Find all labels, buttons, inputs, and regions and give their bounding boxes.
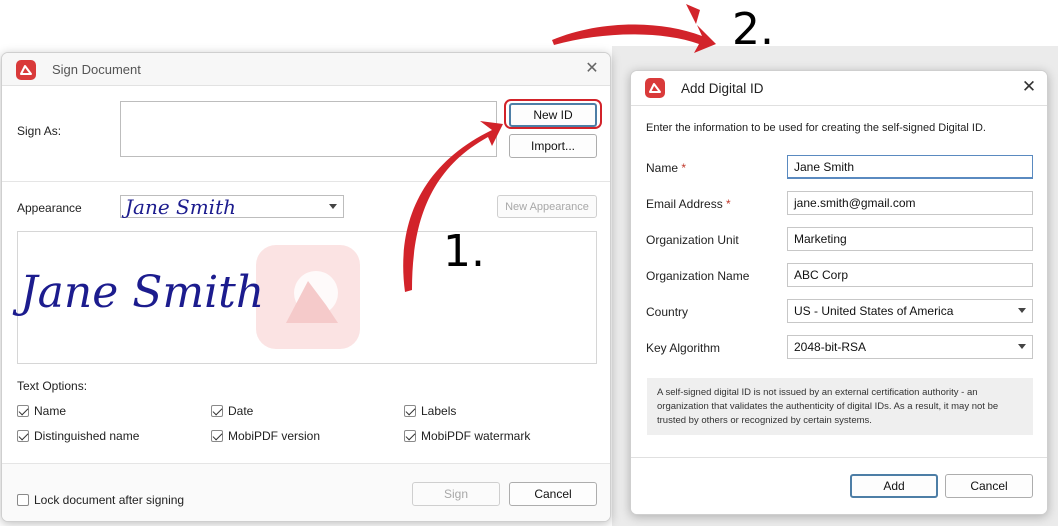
- chevron-down-icon: [329, 204, 337, 209]
- option-label: Name: [34, 404, 67, 418]
- cancel-button[interactable]: Cancel: [945, 474, 1033, 498]
- signature-preview: Jane Smith: [17, 231, 597, 364]
- option-label: MobiPDF watermark: [421, 429, 531, 443]
- divider: [2, 181, 610, 182]
- import-button[interactable]: Import...: [509, 134, 597, 158]
- email-label: Email Address *: [646, 197, 731, 211]
- watermark-logo-icon: [256, 245, 360, 349]
- dialog-title: Sign Document: [52, 62, 141, 77]
- info-note: A self-signed digital ID is not issued b…: [647, 378, 1033, 435]
- org-unit-label: Organization Unit: [646, 233, 739, 247]
- add-digital-id-dialog: Add Digital ID ✕ Enter the information t…: [630, 70, 1048, 515]
- sign-button[interactable]: Sign: [412, 482, 500, 506]
- cancel-button[interactable]: Cancel: [509, 482, 597, 506]
- checkbox[interactable]: [404, 405, 416, 417]
- option-label: Labels: [421, 404, 457, 418]
- lock-checkbox[interactable]: [17, 494, 29, 506]
- org-name-field[interactable]: ABC Corp: [787, 263, 1033, 287]
- preview-signature: Jane Smith: [20, 267, 265, 318]
- country-label: Country: [646, 305, 689, 319]
- footer: Lock document after signing Sign Cancel: [2, 463, 610, 521]
- option-label: MobiPDF version: [228, 429, 321, 443]
- org-unit-field[interactable]: Marketing: [787, 227, 1033, 251]
- titlebar: Add Digital ID ✕: [631, 71, 1047, 105]
- lock-label: Lock document after signing: [34, 493, 185, 507]
- option-label: Distinguished name: [34, 429, 140, 443]
- close-icon[interactable]: ✕: [582, 59, 602, 79]
- checkbox[interactable]: [17, 430, 29, 442]
- appearance-select[interactable]: Jane Smith: [120, 195, 344, 219]
- app-logo-icon: [16, 60, 36, 80]
- footer: Add Cancel: [631, 457, 1047, 514]
- appearance-label: Appearance: [17, 201, 82, 215]
- name-field[interactable]: Jane Smith: [787, 155, 1033, 179]
- intro-text: Enter the information to be used for cre…: [646, 122, 986, 134]
- key-algorithm-label: Key Algorithm: [646, 341, 721, 355]
- appearance-value: Jane Smith: [125, 195, 236, 219]
- sign-as-box[interactable]: [120, 101, 497, 157]
- country-value: US - United States of America: [794, 304, 954, 318]
- name-label: Name *: [646, 161, 687, 175]
- key-algorithm-select[interactable]: 2048-bit-RSA: [787, 335, 1033, 359]
- sign-document-dialog: Sign Document ✕ Sign As: New ID Import..…: [1, 52, 611, 522]
- app-logo-icon: [645, 78, 665, 98]
- checkbox[interactable]: [211, 405, 223, 417]
- chevron-down-icon: [1018, 308, 1026, 313]
- new-id-button[interactable]: New ID: [509, 103, 597, 127]
- text-options-label: Text Options:: [17, 379, 88, 393]
- org-name-label: Organization Name: [646, 269, 750, 283]
- arrow-2-tip-icon: [686, 4, 700, 24]
- dialog-title: Add Digital ID: [681, 81, 764, 96]
- step-2-annotation: 2.: [732, 4, 774, 55]
- checkbox[interactable]: [211, 430, 223, 442]
- titlebar: Sign Document ✕: [2, 53, 610, 86]
- chevron-down-icon: [1018, 344, 1026, 349]
- sign-as-label: Sign As:: [17, 124, 62, 138]
- divider: [631, 105, 1047, 106]
- country-select[interactable]: US - United States of America: [787, 299, 1033, 323]
- email-field[interactable]: jane.smith@gmail.com: [787, 191, 1033, 215]
- add-button[interactable]: Add: [850, 474, 938, 498]
- checkbox[interactable]: [404, 430, 416, 442]
- key-algorithm-value: 2048-bit-RSA: [794, 340, 867, 354]
- step-1-annotation: 1.: [443, 226, 485, 277]
- new-appearance-button[interactable]: New Appearance: [497, 195, 597, 218]
- checkbox[interactable]: [17, 405, 29, 417]
- close-icon[interactable]: ✕: [1019, 77, 1039, 97]
- option-label: Date: [228, 404, 254, 418]
